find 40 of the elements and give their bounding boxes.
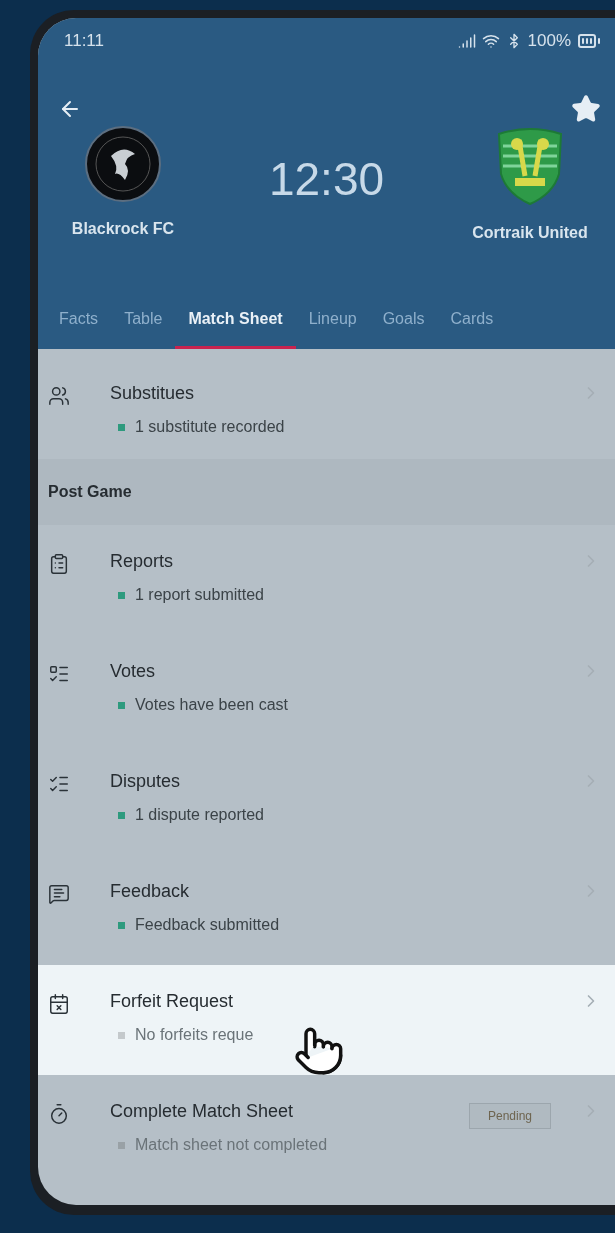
row-icon xyxy=(48,1103,70,1125)
list-row[interactable]: Substitues 1 substitute recorded xyxy=(38,349,615,459)
row-icon xyxy=(48,993,70,1015)
hand-cursor-icon xyxy=(293,1025,345,1077)
row-title: Reports xyxy=(110,551,175,572)
wifi-icon xyxy=(481,32,500,50)
home-team-name: Blackrock FC xyxy=(71,220,175,238)
status-badge: Pending xyxy=(468,1103,551,1129)
row-title: Complete Match Sheet xyxy=(110,1101,295,1122)
club-crest-icon xyxy=(85,126,161,202)
tab[interactable]: Match Sheet xyxy=(175,310,296,349)
list-row[interactable]: Feedback Feedback submitted xyxy=(38,855,615,965)
row-status: Match sheet not completed xyxy=(135,1136,328,1154)
row-title: Disputes xyxy=(110,771,182,792)
row-title: Substitues xyxy=(110,383,196,404)
battery-percent: 100% xyxy=(527,31,571,51)
row-status: 1 dispute reported xyxy=(135,806,264,824)
row-status: 1 substitute recorded xyxy=(135,418,285,436)
row-icon xyxy=(48,553,70,575)
list-row[interactable]: Forfeit Request No forfeits reque xyxy=(38,965,615,1075)
status-time: 11:11 xyxy=(64,31,105,51)
row-title: Forfeit Request xyxy=(110,991,235,1012)
list-row[interactable]: Complete Match Sheet Match sheet not completed Pending xyxy=(38,1075,615,1185)
row-status: No forfeits reque xyxy=(135,1026,254,1044)
away-team-name: Cortraik United xyxy=(472,224,588,242)
row-status: Feedback submitted xyxy=(135,916,280,934)
signal-icon xyxy=(457,32,476,50)
list-row[interactable]: Disputes 1 dispute reported xyxy=(38,745,615,855)
kickoff-time: 12:30 xyxy=(268,152,385,206)
star-icon[interactable] xyxy=(571,94,601,124)
row-title: Feedback xyxy=(110,881,191,902)
row-title: Votes xyxy=(110,661,157,682)
section-title: Post Game xyxy=(48,483,132,501)
row-icon xyxy=(48,883,70,905)
list-row[interactable]: Reports 1 report submitted xyxy=(38,525,615,635)
row-status: 1 report submitted xyxy=(135,586,264,604)
list-row[interactable]: Votes Votes have been cast xyxy=(38,635,615,745)
row-icon xyxy=(48,385,70,407)
shield-crest-icon xyxy=(495,126,565,206)
row-status: Votes have been cast xyxy=(135,696,288,714)
